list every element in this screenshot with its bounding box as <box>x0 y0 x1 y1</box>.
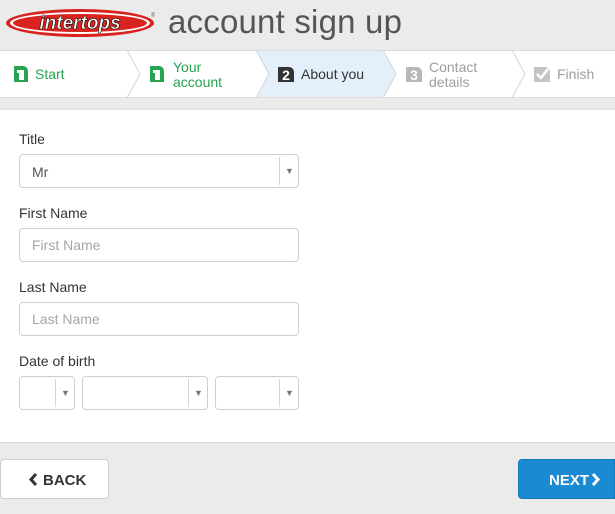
caret-down-icon: ▼ <box>194 388 203 398</box>
step-about-you-label: About you <box>301 66 365 82</box>
dob-day-select[interactable]: ▼ <box>19 376 75 410</box>
back-button[interactable]: BACK <box>0 459 109 499</box>
chevron-left-icon <box>28 472 38 487</box>
caret-down-icon: ▼ <box>285 388 294 398</box>
step-your-account-label-line1: Your <box>173 59 202 75</box>
select-divider <box>188 379 189 407</box>
step-start-label: Start <box>35 66 65 82</box>
svg-text:2: 2 <box>282 67 290 83</box>
svg-text:®: ® <box>151 12 155 19</box>
dob-year-select[interactable]: ▼ <box>215 376 299 410</box>
svg-text:3: 3 <box>410 67 418 83</box>
checkmark-icon <box>534 67 550 82</box>
step-2-active-icon: 2 <box>278 67 294 83</box>
progress-stepper: Start Your account 2 About you 3 Contact… <box>0 50 615 98</box>
step-contact-details-label-line1: Contact <box>429 59 478 75</box>
intertops-logo: intertops ® <box>6 9 155 37</box>
page-title: account sign up <box>168 3 403 40</box>
last-name-label: Last Name <box>19 279 87 295</box>
title-select-value: Mr <box>32 164 49 180</box>
about-you-form: Title Mr ▼ First Name Last Name Date of … <box>0 109 615 443</box>
chevron-right-icon <box>591 472 601 487</box>
next-button-label: NEXT <box>549 472 590 489</box>
header: intertops ® account sign up <box>0 0 615 50</box>
dob-month-select[interactable]: ▼ <box>82 376 208 410</box>
select-divider <box>55 379 56 407</box>
back-button-label: BACK <box>43 472 87 489</box>
last-name-input[interactable] <box>19 302 299 336</box>
caret-down-icon: ▼ <box>285 166 294 176</box>
step-2-done-icon <box>150 66 164 82</box>
first-name-label: First Name <box>19 205 88 221</box>
next-button[interactable]: NEXT <box>518 459 615 499</box>
step-your-account-label-line2: account <box>173 74 223 90</box>
title-select[interactable]: Mr ▼ <box>19 154 299 188</box>
first-name-input[interactable] <box>19 228 299 262</box>
caret-down-icon: ▼ <box>61 388 70 398</box>
date-of-birth-label: Date of birth <box>19 353 96 369</box>
step-contact-details-label-line2: details <box>429 74 470 90</box>
select-divider <box>279 157 280 185</box>
svg-text:intertops: intertops <box>39 13 120 34</box>
step-1-done-icon <box>14 66 28 82</box>
sign-up-page: intertops ® account sign up Start Your a… <box>0 0 615 514</box>
step-3-pending-icon: 3 <box>406 67 422 83</box>
select-divider <box>279 379 280 407</box>
step-finish-label: Finish <box>557 66 595 82</box>
title-label: Title <box>19 131 45 147</box>
